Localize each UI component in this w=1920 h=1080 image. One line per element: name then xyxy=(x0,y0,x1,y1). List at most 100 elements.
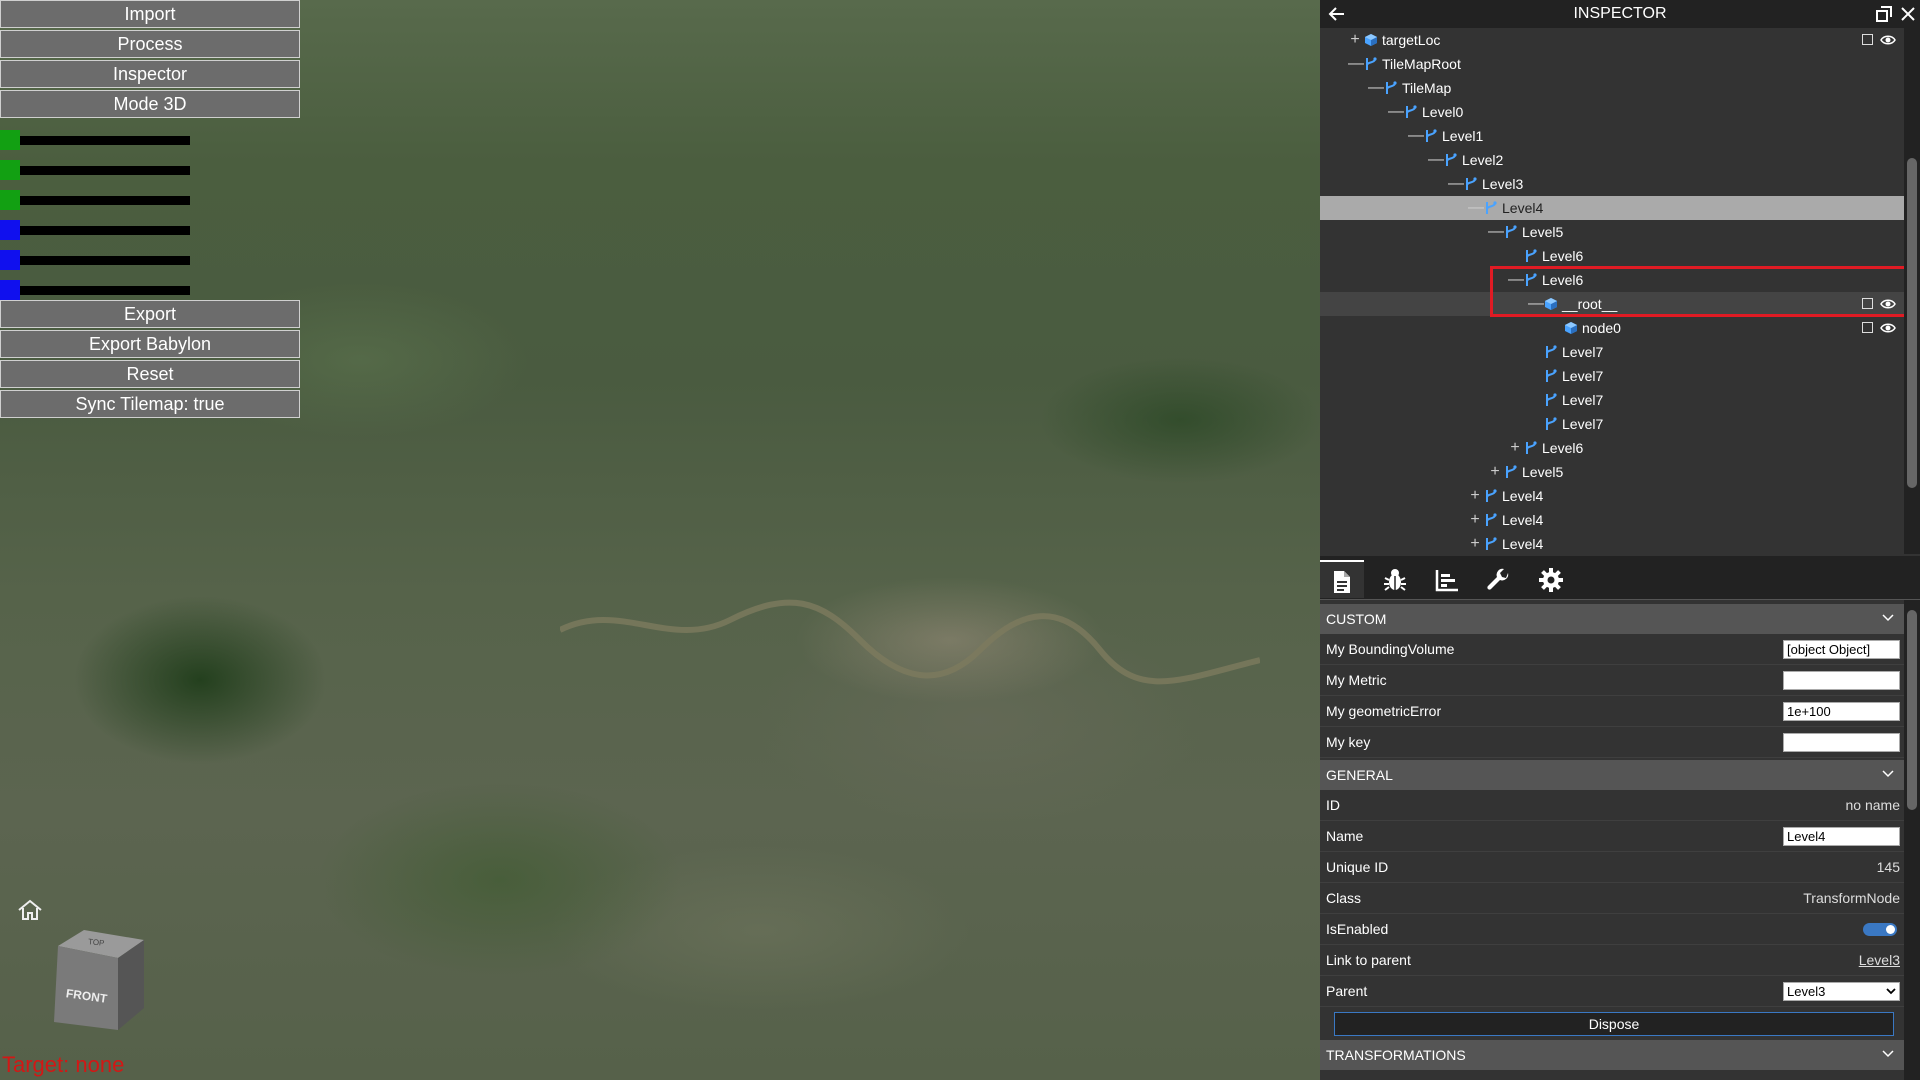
tree-node-level6[interactable]: Level6 xyxy=(1320,244,1904,268)
slider-handle[interactable] xyxy=(0,130,20,150)
slider-row[interactable] xyxy=(0,190,190,210)
popout-window-icon[interactable] xyxy=(1876,6,1892,22)
tree-node-level4[interactable]: — Level4 xyxy=(1320,196,1904,220)
collapse-toggle[interactable]: — xyxy=(1508,268,1524,292)
export-button[interactable]: Export xyxy=(0,300,300,328)
properties-scrollbar[interactable] xyxy=(1904,600,1920,1080)
parent-select[interactable]: Level3 xyxy=(1783,982,1900,1001)
geometric-error-input[interactable]: 1e+100 xyxy=(1783,702,1900,721)
collapse-toggle[interactable]: — xyxy=(1428,148,1444,172)
home-icon[interactable] xyxy=(16,898,44,922)
collapse-toggle[interactable]: — xyxy=(1528,292,1544,316)
key-input[interactable] xyxy=(1783,733,1900,752)
tools-tab[interactable] xyxy=(1476,560,1520,598)
bounding-box-checkbox[interactable] xyxy=(1862,34,1873,45)
expand-toggle[interactable]: + xyxy=(1468,484,1482,508)
expand-toggle[interactable]: + xyxy=(1468,532,1482,554)
bounding-volume-input[interactable]: [object Object] xyxy=(1783,640,1900,659)
collapse-toggle[interactable]: — xyxy=(1408,124,1424,148)
navigation-cube[interactable]: TOP FRONT xyxy=(44,930,148,1036)
tree-node-tilemaproot[interactable]: — TileMapRoot xyxy=(1320,52,1904,76)
slider-row[interactable] xyxy=(0,130,190,150)
tree-node-level0[interactable]: — Level0 xyxy=(1320,100,1904,124)
tree-node-level3[interactable]: — Level3 xyxy=(1320,172,1904,196)
3d-viewport[interactable] xyxy=(0,0,1320,1080)
transformations-section-header[interactable]: TRANSFORMATIONS xyxy=(1320,1040,1904,1070)
tree-node-level7[interactable]: Level7 xyxy=(1320,412,1904,436)
properties-tab[interactable] xyxy=(1320,560,1364,598)
eye-icon[interactable] xyxy=(1880,297,1896,311)
collapse-toggle[interactable]: — xyxy=(1348,52,1364,76)
transform-node-icon xyxy=(1546,369,1557,382)
mode-3d-button[interactable]: Mode 3D xyxy=(0,90,300,118)
slider-handle[interactable] xyxy=(0,160,20,180)
expand-toggle[interactable]: + xyxy=(1468,508,1482,532)
tree-node-level4[interactable]: + Level4 xyxy=(1320,532,1904,554)
tree-node-level7[interactable]: Level7 xyxy=(1320,340,1904,364)
slider-track[interactable] xyxy=(20,226,190,235)
dispose-button[interactable]: Dispose xyxy=(1334,1012,1894,1036)
tree-node-level1[interactable]: — Level1 xyxy=(1320,124,1904,148)
export-babylon-button[interactable]: Export Babylon xyxy=(0,330,300,358)
bounding-box-checkbox[interactable] xyxy=(1862,298,1873,309)
tree-node-level6[interactable]: + Level6 xyxy=(1320,436,1904,460)
slider-track[interactable] xyxy=(20,136,190,145)
close-icon[interactable] xyxy=(1900,6,1916,22)
tree-scrollbar[interactable] xyxy=(1904,28,1920,554)
prop-label: My geometricError xyxy=(1326,703,1442,719)
expand-toggle[interactable]: + xyxy=(1508,436,1522,460)
slider-handle[interactable] xyxy=(0,280,20,300)
tree-node-level4[interactable]: + Level4 xyxy=(1320,484,1904,508)
custom-section-header[interactable]: CUSTOM xyxy=(1320,604,1904,634)
tree-node-targetloc[interactable]: + targetLoc xyxy=(1320,28,1904,52)
tree-node-level2[interactable]: — Level2 xyxy=(1320,148,1904,172)
import-button[interactable]: Import xyxy=(0,0,300,28)
tree-node-node0[interactable]: node0 xyxy=(1320,316,1904,340)
name-input[interactable]: Level4 xyxy=(1783,827,1900,846)
reset-button[interactable]: Reset xyxy=(0,360,300,388)
expand-toggle[interactable]: + xyxy=(1348,28,1362,52)
bounding-box-checkbox[interactable] xyxy=(1862,322,1873,333)
debug-tab[interactable] xyxy=(1372,560,1416,598)
slider-row[interactable] xyxy=(0,280,190,300)
collapse-toggle[interactable]: — xyxy=(1388,100,1404,124)
slider-row[interactable] xyxy=(0,220,190,240)
tree-node-level6[interactable]: — Level6 xyxy=(1320,268,1904,292)
slider-track[interactable] xyxy=(20,256,190,265)
slider-row[interactable] xyxy=(0,250,190,270)
collapse-toggle[interactable]: — xyxy=(1488,220,1504,244)
slider-handle[interactable] xyxy=(0,220,20,240)
expand-toggle[interactable]: + xyxy=(1488,460,1502,484)
collapse-toggle[interactable]: — xyxy=(1468,196,1484,220)
tree-node-tilemap[interactable]: — TileMap xyxy=(1320,76,1904,100)
slider-handle[interactable] xyxy=(0,190,20,210)
eye-icon[interactable] xyxy=(1880,33,1896,47)
eye-icon[interactable] xyxy=(1880,321,1896,335)
settings-tab[interactable] xyxy=(1528,560,1572,598)
tree-node-level4[interactable]: + Level4 xyxy=(1320,508,1904,532)
sync-tilemap-button[interactable]: Sync Tilemap: true xyxy=(0,390,300,418)
metric-input[interactable] xyxy=(1783,671,1900,690)
tree-node-level5[interactable]: + Level5 xyxy=(1320,460,1904,484)
tree-node-root[interactable]: — __root__ xyxy=(1320,292,1904,316)
statistics-tab[interactable] xyxy=(1424,560,1468,598)
tree-node-level7[interactable]: Level7 xyxy=(1320,364,1904,388)
is-enabled-toggle[interactable] xyxy=(1863,923,1897,936)
slider-track[interactable] xyxy=(20,286,190,295)
slider-row[interactable] xyxy=(0,160,190,180)
transform-node-icon xyxy=(1486,537,1497,550)
tree-scrollbar-thumb[interactable] xyxy=(1907,158,1917,488)
slider-track[interactable] xyxy=(20,166,190,175)
tree-node-level5[interactable]: — Level5 xyxy=(1320,220,1904,244)
collapse-toggle[interactable]: — xyxy=(1368,76,1384,100)
inspector-button[interactable]: Inspector xyxy=(0,60,300,88)
process-button[interactable]: Process xyxy=(0,30,300,58)
general-section-header[interactable]: GENERAL xyxy=(1320,760,1904,790)
parent-link[interactable]: Level3 xyxy=(1859,945,1900,975)
slider-track[interactable] xyxy=(20,196,190,205)
properties-scrollbar-thumb[interactable] xyxy=(1907,610,1917,810)
tree-node-level7[interactable]: Level7 xyxy=(1320,388,1904,412)
prop-row-unique-id: Unique ID 145 xyxy=(1320,852,1904,883)
slider-handle[interactable] xyxy=(0,250,20,270)
collapse-toggle[interactable]: — xyxy=(1448,172,1464,196)
